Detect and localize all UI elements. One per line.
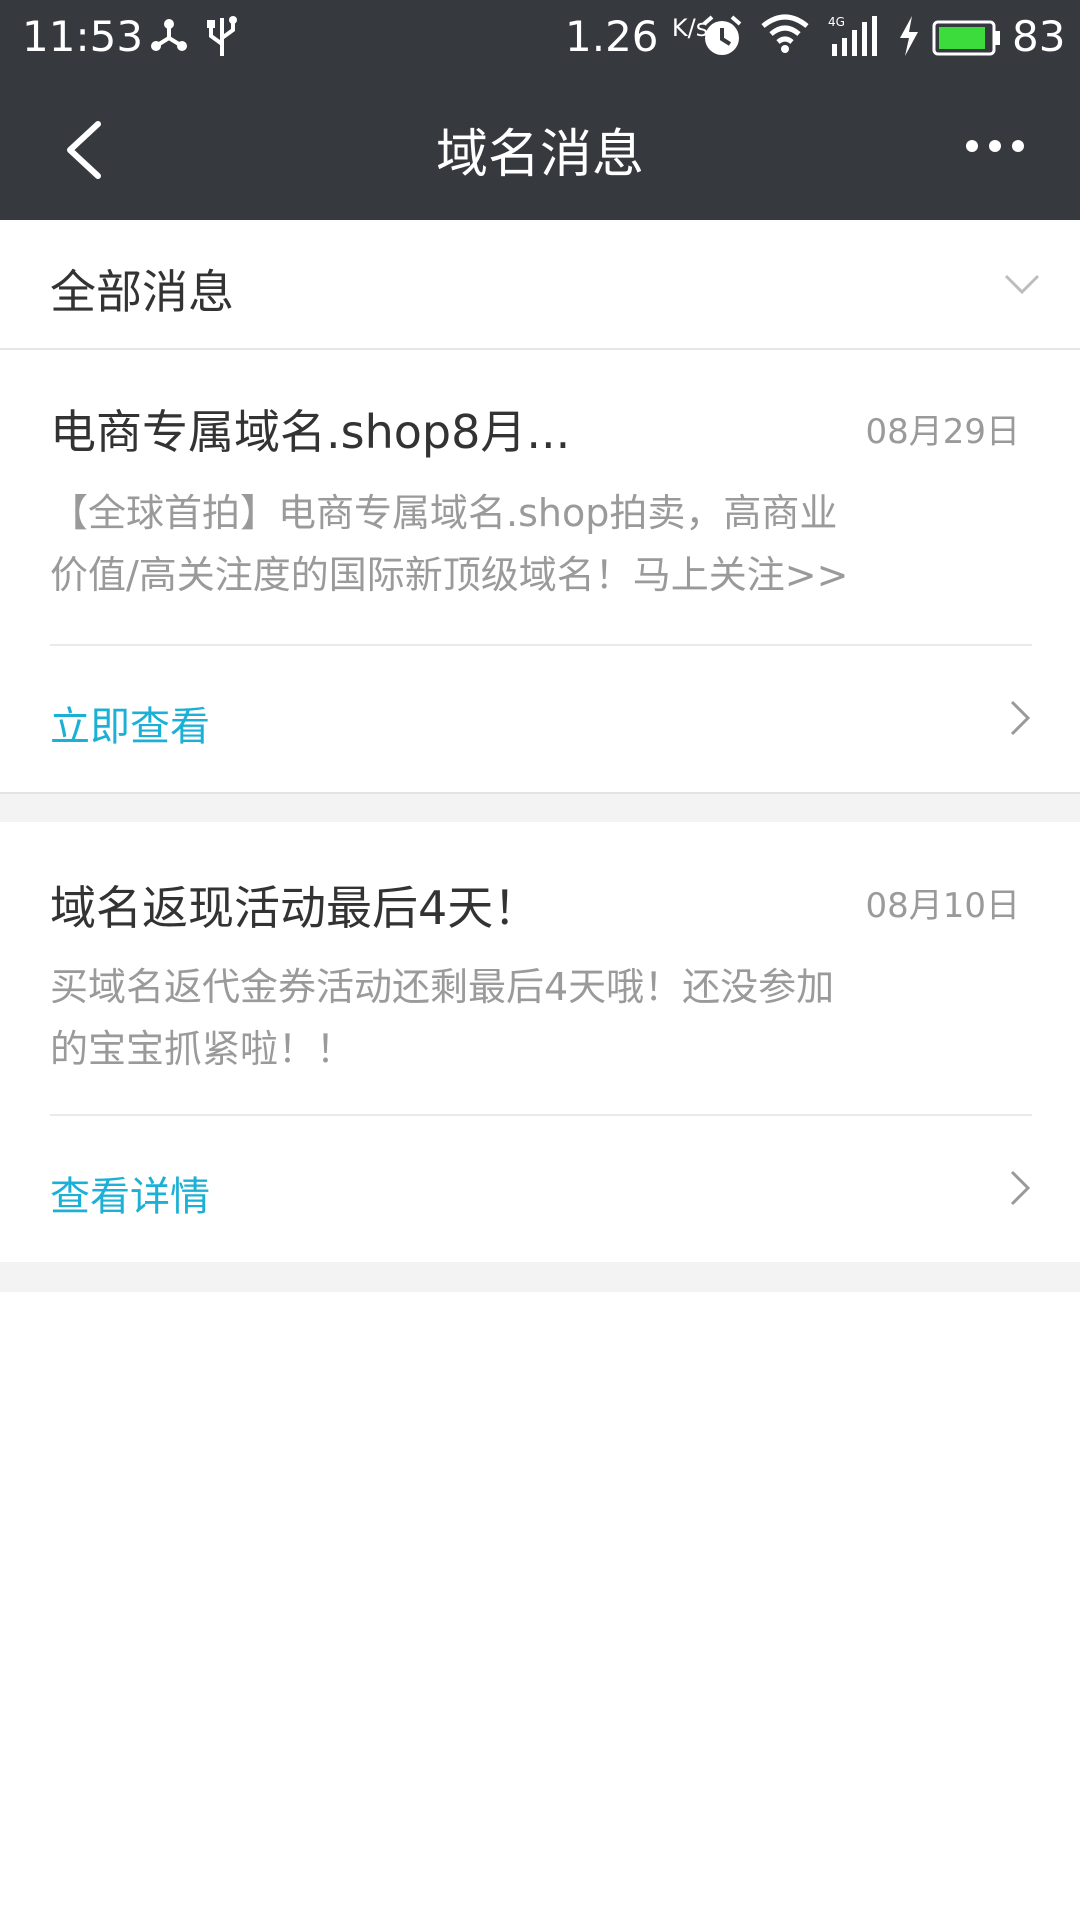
divider <box>50 644 1032 646</box>
card-separator <box>0 792 1080 822</box>
view-now-link[interactable]: 立即查看 <box>50 694 210 752</box>
battery-icon <box>932 20 1000 56</box>
battery-level: 83 <box>1012 12 1066 61</box>
network-speed: 1.26 K/s <box>565 12 709 61</box>
chevron-down-icon <box>1004 274 1040 295</box>
status-bar: 11:53 1.26 K/s 4G 83 <box>0 0 1080 76</box>
usb-icon <box>207 16 237 56</box>
svg-text:4G: 4G <box>828 15 845 29</box>
wifi-icon <box>761 14 809 53</box>
message-title: 域名返现活动最后4天！ <box>50 881 540 935</box>
status-time: 11:53 <box>22 12 144 61</box>
message-date: 08月29日 <box>865 412 1020 452</box>
view-details-link[interactable]: 查看详情 <box>50 1164 210 1222</box>
page-title: 域名消息 <box>435 125 644 185</box>
message-date: 08月10日 <box>865 886 1020 926</box>
alarm-icon <box>702 15 742 55</box>
usb-share-icon <box>151 19 187 51</box>
more-button[interactable] <box>960 126 1030 172</box>
message-card: 电商专属域名.shop8月... 08月29日 【全球首拍】电商专属域名.sho… <box>0 352 1080 792</box>
divider <box>50 1114 1032 1116</box>
chevron-right-icon[interactable] <box>1008 1168 1032 1208</box>
message-filter[interactable]: 全部消息 <box>0 220 1080 350</box>
message-title: 电商专属域名.shop8月... <box>50 405 571 459</box>
more-dots-icon <box>966 140 1024 152</box>
title-bar: 域名消息 <box>0 76 1080 220</box>
message-body: 【全球首拍】电商专属域名.shop拍卖，高商业 价值/高关注度的国际新顶级域名！… <box>50 491 849 597</box>
filter-label: 全部消息 <box>50 265 234 319</box>
4g-signal-icon: 4G <box>828 15 877 56</box>
charging-icon <box>900 16 918 56</box>
card-separator <box>0 1262 1080 1292</box>
message-body: 买域名返代金券活动还剩最后4天哦！还没参加 的宝宝抓紧啦！！ <box>50 965 835 1071</box>
chevron-right-icon[interactable] <box>1008 698 1032 738</box>
message-card: 域名返现活动最后4天！ 08月10日 买域名返代金券活动还剩最后4天哦！还没参加… <box>0 822 1080 1262</box>
